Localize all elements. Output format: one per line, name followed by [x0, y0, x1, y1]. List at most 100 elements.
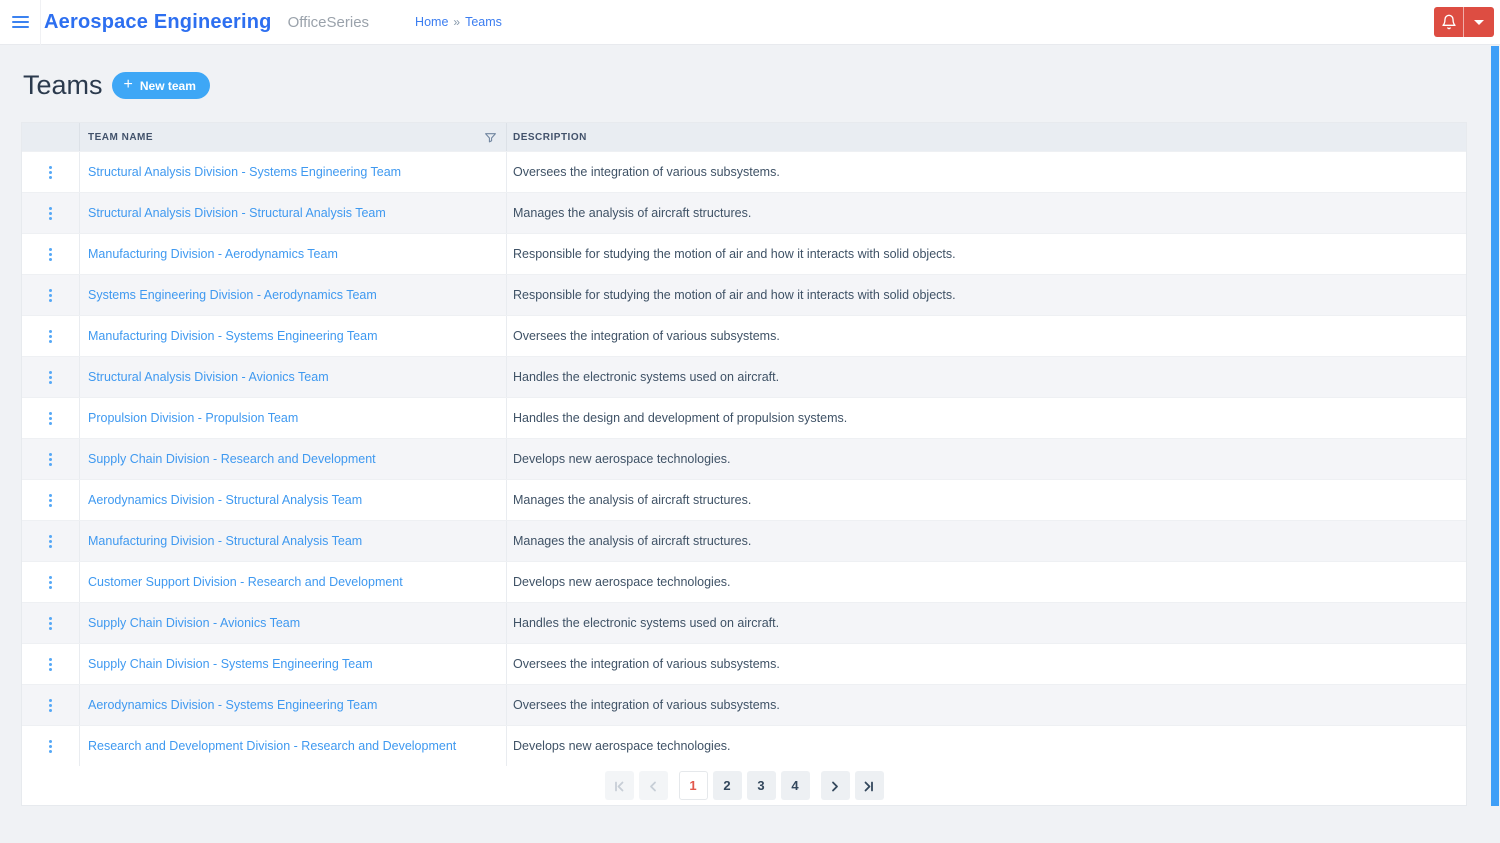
team-description: Oversees the integration of various subs…	[513, 165, 780, 179]
kebab-menu-icon	[49, 165, 52, 179]
row-menu-button[interactable]	[45, 244, 56, 265]
team-name-link[interactable]: Supply Chain Division - Avionics Team	[88, 616, 300, 630]
row-menu-button[interactable]	[45, 695, 56, 716]
team-description: Develops new aerospace technologies.	[513, 739, 731, 753]
team-name-cell: Supply Chain Division - Avionics Team	[80, 603, 507, 643]
row-actions-cell	[22, 357, 80, 397]
chevron-right-icon	[828, 779, 842, 793]
team-description: Handles the design and development of pr…	[513, 411, 848, 425]
breadcrumb-current-link[interactable]: Teams	[465, 15, 502, 29]
row-menu-button[interactable]	[45, 285, 56, 306]
kebab-menu-icon	[49, 452, 52, 466]
team-name-link[interactable]: Structural Analysis Division - Avionics …	[88, 370, 329, 384]
team-name-link[interactable]: Aerodynamics Division - Systems Engineer…	[88, 698, 377, 712]
row-menu-button[interactable]	[45, 654, 56, 675]
new-team-button[interactable]: + New team	[111, 72, 210, 99]
team-name-cell: Customer Support Division - Research and…	[80, 562, 507, 602]
row-actions-cell	[22, 275, 80, 315]
table-row: Aerodynamics Division - Structural Analy…	[22, 479, 1466, 520]
row-menu-button[interactable]	[45, 367, 56, 388]
team-description: Responsible for studying the motion of a…	[513, 247, 956, 261]
team-name-column-header: TEAM NAME	[80, 123, 507, 151]
pagination-page-button[interactable]: 2	[712, 771, 742, 800]
team-name-link[interactable]: Propulsion Division - Propulsion Team	[88, 411, 298, 425]
page-title: Teams	[23, 70, 103, 100]
table-row: Propulsion Division - Propulsion Team Ha…	[22, 397, 1466, 438]
first-page-icon	[612, 779, 626, 793]
topbar-divider	[40, 0, 41, 45]
filter-button[interactable]	[484, 131, 497, 144]
table-row: Structural Analysis Division - Systems E…	[22, 151, 1466, 192]
table-body: Structural Analysis Division - Systems E…	[22, 151, 1466, 766]
notifications-button[interactable]	[1434, 7, 1464, 37]
team-name-link[interactable]: Manufacturing Division - Aerodynamics Te…	[88, 247, 338, 261]
row-actions-cell	[22, 316, 80, 356]
team-name-link[interactable]: Manufacturing Division - Structural Anal…	[88, 534, 362, 548]
team-name-cell: Supply Chain Division - Research and Dev…	[80, 439, 507, 479]
pagination-page-button[interactable]: 1	[678, 771, 708, 800]
row-actions-cell	[22, 398, 80, 438]
row-actions-cell	[22, 193, 80, 233]
row-menu-button[interactable]	[45, 408, 56, 429]
row-actions-cell	[22, 644, 80, 684]
row-menu-button[interactable]	[45, 736, 56, 757]
table-row: Manufacturing Division - Systems Enginee…	[22, 315, 1466, 356]
page-head: Teams + New team	[23, 69, 1500, 102]
row-menu-button[interactable]	[45, 613, 56, 634]
kebab-menu-icon	[49, 411, 52, 425]
team-name-link[interactable]: Structural Analysis Division - Systems E…	[88, 165, 401, 179]
kebab-menu-icon	[49, 206, 52, 220]
team-name-cell: Research and Development Division - Rese…	[80, 726, 507, 766]
kebab-menu-icon	[49, 288, 52, 302]
kebab-menu-icon	[49, 575, 52, 589]
team-name-cell: Systems Engineering Division - Aerodynam…	[80, 275, 507, 315]
breadcrumb-home-link[interactable]: Home	[415, 15, 448, 29]
breadcrumb-separator: »	[453, 15, 461, 29]
row-menu-button[interactable]	[45, 572, 56, 593]
app-subtitle: OfficeSeries	[287, 13, 370, 31]
row-menu-button[interactable]	[45, 449, 56, 470]
row-menu-button[interactable]	[45, 531, 56, 552]
team-name-link[interactable]: Supply Chain Division - Systems Engineer…	[88, 657, 373, 671]
pagination-next-button[interactable]	[820, 771, 850, 800]
team-name-cell: Manufacturing Division - Structural Anal…	[80, 521, 507, 561]
team-name-link[interactable]: Customer Support Division - Research and…	[88, 575, 403, 589]
team-name-link[interactable]: Structural Analysis Division - Structura…	[88, 206, 386, 220]
caret-down-icon	[1474, 19, 1484, 25]
team-description: Oversees the integration of various subs…	[513, 329, 780, 343]
pagination-first-button[interactable]	[604, 771, 634, 800]
pagination-page-button[interactable]: 4	[780, 771, 810, 800]
table-row: Manufacturing Division - Structural Anal…	[22, 520, 1466, 561]
team-name-link[interactable]: Supply Chain Division - Research and Dev…	[88, 452, 376, 466]
team-name-cell: Structural Analysis Division - Avionics …	[80, 357, 507, 397]
team-name-cell: Propulsion Division - Propulsion Team	[80, 398, 507, 438]
kebab-menu-icon	[49, 657, 52, 671]
table-row: Structural Analysis Division - Structura…	[22, 192, 1466, 233]
team-name-link[interactable]: Manufacturing Division - Systems Enginee…	[88, 329, 377, 343]
kebab-menu-icon	[49, 739, 52, 753]
scroll-indicator[interactable]	[1491, 46, 1499, 806]
row-menu-button[interactable]	[45, 490, 56, 511]
team-name-link[interactable]: Research and Development Division - Rese…	[88, 739, 456, 753]
kebab-menu-icon	[49, 329, 52, 343]
bell-icon	[1441, 14, 1457, 30]
plus-icon: +	[123, 76, 133, 93]
row-menu-button[interactable]	[45, 203, 56, 224]
team-name-link[interactable]: Aerodynamics Division - Structural Analy…	[88, 493, 362, 507]
row-menu-button[interactable]	[45, 326, 56, 347]
team-name-link[interactable]: Systems Engineering Division - Aerodynam…	[88, 288, 377, 302]
pagination-page-button[interactable]: 3	[746, 771, 776, 800]
pagination-last-button[interactable]	[854, 771, 884, 800]
page-buttons: 1 2 3 4	[678, 771, 810, 800]
account-menu-button[interactable]	[1464, 7, 1494, 37]
row-actions-cell	[22, 439, 80, 479]
teams-table: TEAM NAME DESCRIPTION Structural Analysi…	[21, 122, 1467, 806]
pagination-previous-button[interactable]	[638, 771, 668, 800]
pagination: 1 2 3 4	[22, 766, 1466, 805]
team-name-cell: Aerodynamics Division - Structural Analy…	[80, 480, 507, 520]
hamburger-icon[interactable]	[12, 16, 29, 28]
team-name-cell: Manufacturing Division - Systems Enginee…	[80, 316, 507, 356]
team-description: Oversees the integration of various subs…	[513, 657, 780, 671]
row-menu-button[interactable]	[45, 162, 56, 183]
description-column-header: DESCRIPTION	[507, 123, 1466, 151]
